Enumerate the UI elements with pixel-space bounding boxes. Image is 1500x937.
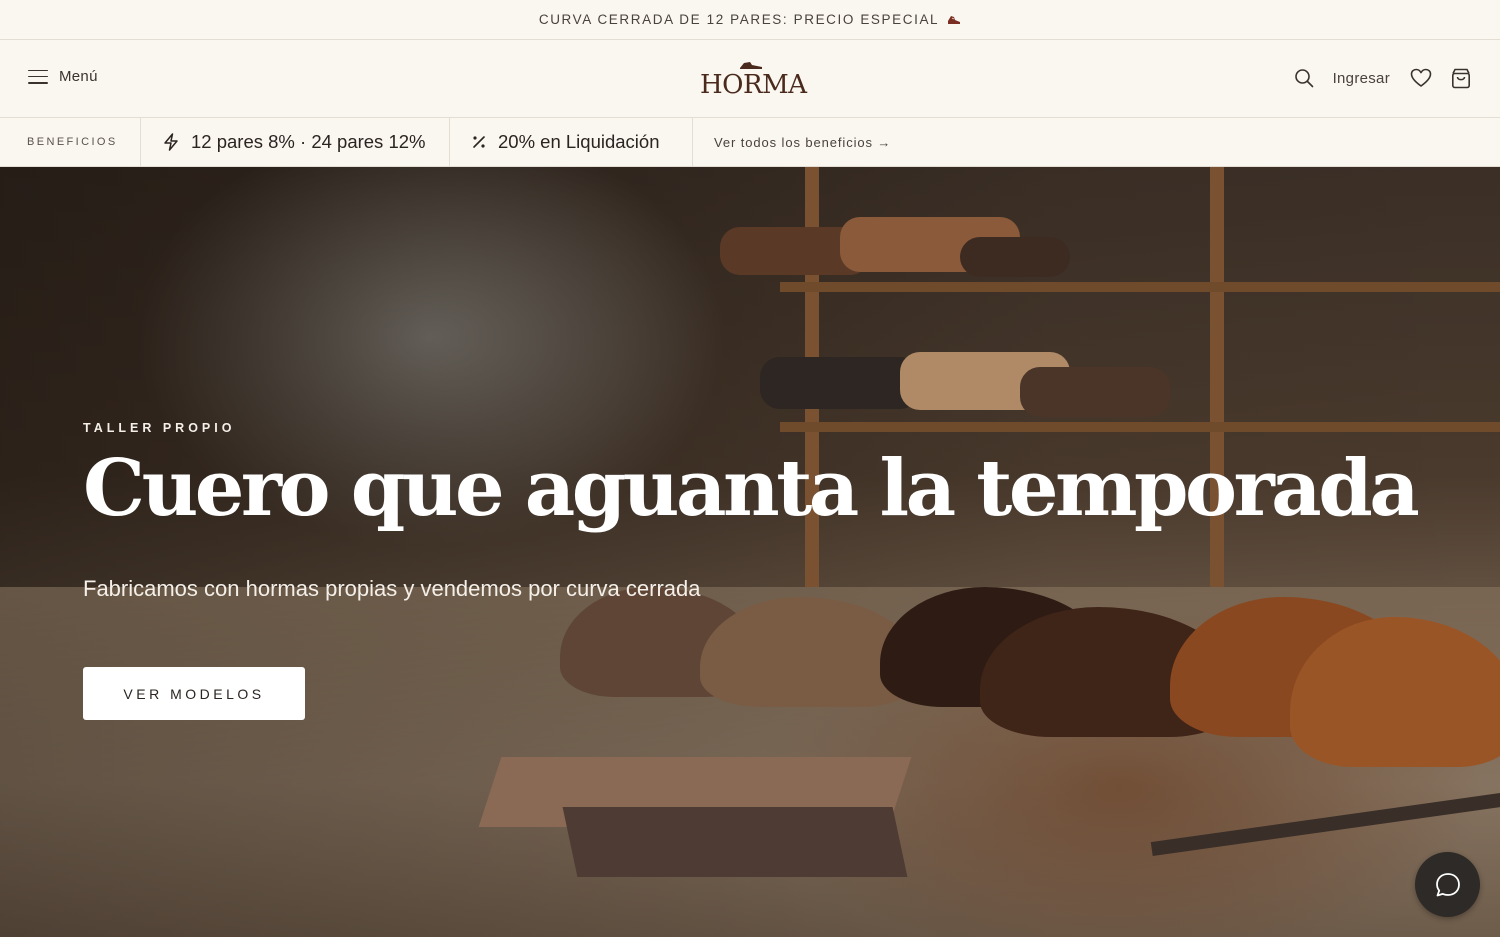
chat-bubble-icon <box>1435 872 1460 896</box>
menu-button[interactable]: Menú <box>28 68 98 85</box>
hero-subtitle: Fabricamos con hormas propias y vendemos… <box>83 576 701 601</box>
benefit-volume-discount[interactable]: 12 pares 8% · 24 pares 12% <box>141 118 450 166</box>
benefit-volume-text: 12 pares 8% · 24 pares 12% <box>191 131 426 152</box>
announcement-text: CURVA CERRADA DE 12 PARES: PRECIO ESPECI… <box>538 12 940 27</box>
benefits-label: BENEFICIOS <box>0 118 141 166</box>
hero-eyebrow: TALLER PROPIO <box>83 421 236 435</box>
logo-text: HORMA <box>700 70 807 100</box>
hamburger-icon <box>28 69 48 84</box>
site-header: Menú HORMA Ingresar <box>0 40 1500 118</box>
hero-content: TALLER PROPIO Cuero que aguanta la tempo… <box>83 421 1420 720</box>
hero-title: Cuero que aguanta la temporada <box>83 443 1420 534</box>
see-all-benefits-link[interactable]: Ver todos los beneficios → <box>693 118 891 166</box>
logo-hat-icon <box>740 62 762 69</box>
header-actions: Ingresar <box>1293 67 1472 89</box>
hero-banner: TALLER PROPIO Cuero que aguanta la tempo… <box>0 167 1500 937</box>
chat-button[interactable] <box>1415 852 1480 917</box>
menu-label: Menú <box>59 68 98 85</box>
logo[interactable]: HORMA <box>700 60 807 100</box>
benefits-bar: BENEFICIOS 12 pares 8% · 24 pares 12% 20… <box>0 118 1500 167</box>
heart-icon[interactable] <box>1410 67 1432 89</box>
percent-icon <box>473 136 485 148</box>
shopping-bag-icon[interactable] <box>1450 67 1472 89</box>
login-link[interactable]: Ingresar <box>1333 70 1390 87</box>
view-models-button[interactable]: VER MODELOS <box>83 667 305 720</box>
shoe-icon <box>948 15 961 24</box>
announcement-bar: CURVA CERRADA DE 12 PARES: PRECIO ESPECI… <box>0 0 1500 40</box>
benefit-clearance-text: 20% en Liquidación <box>498 131 660 152</box>
benefit-clearance[interactable]: 20% en Liquidación <box>450 118 693 166</box>
lightning-icon <box>164 133 178 151</box>
search-icon[interactable] <box>1293 67 1315 89</box>
